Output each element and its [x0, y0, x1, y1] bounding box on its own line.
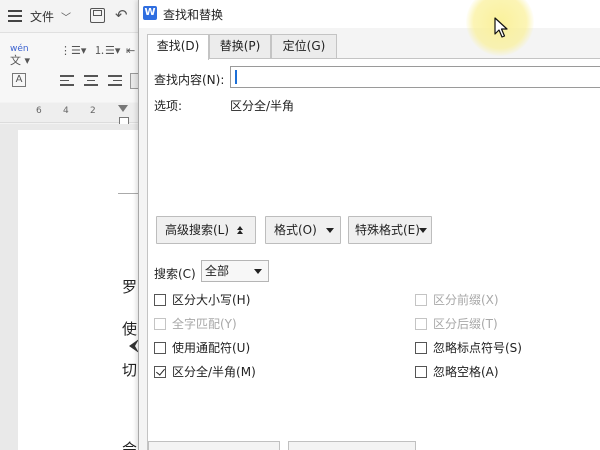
ignore-space-checkbox[interactable] [415, 366, 427, 378]
indent-marker-icon[interactable] [118, 105, 129, 126]
ruler-number: 2 [90, 106, 96, 116]
wps-writer-icon: W [143, 6, 157, 20]
ignore-space-option[interactable]: 忽略空格(A) [415, 364, 595, 380]
match-prefix-checkbox [415, 294, 427, 306]
match-suffix-checkbox [415, 318, 427, 330]
ignore-punctuation-label: 忽略标点符号(S) [433, 341, 522, 355]
chevron-down-icon[interactable]: ﹀ [61, 9, 71, 24]
find-what-input[interactable] [230, 66, 600, 88]
collapse-arrow-icon [237, 230, 243, 234]
special-format-button[interactable]: 特殊格式(E) [348, 216, 432, 244]
wildcards-checkbox[interactable] [154, 342, 166, 354]
match-suffix-label: 区分后缀(T) [433, 317, 498, 331]
numbered-list-icon[interactable]: ⒈☰▾ [94, 45, 120, 57]
find-tab-panel: 查找内容(N): 选项: 区分全/半角 高级搜索(L) 格式(O) 特殊格式(E… [147, 58, 600, 450]
ruler-number: 6 [36, 106, 42, 116]
wildcards-label: 使用通配符(U) [172, 341, 251, 355]
dialog-title: 查找和替换 [163, 8, 224, 22]
bullet-list-icon[interactable]: ⋮☰▾ [60, 45, 86, 57]
search-direction-select[interactable]: 全部 [201, 260, 269, 282]
options-label: 选项: [154, 99, 183, 113]
save-icon[interactable] [90, 8, 105, 23]
align-right-icon[interactable] [108, 75, 122, 89]
horizontal-ruler: 6 4 2 [0, 103, 140, 126]
bottom-button-partial[interactable] [148, 441, 280, 450]
tab-replace[interactable]: 替换(P) [209, 34, 271, 58]
match-prefix-label: 区分前缀(X) [433, 293, 499, 307]
hamburger-menu-icon[interactable] [8, 10, 22, 22]
whole-word-option: 全字匹配(Y) [154, 316, 354, 332]
search-direction-value: 全部 [205, 264, 230, 278]
tab-goto[interactable]: 定位(G) [271, 34, 337, 58]
writer-titlebar: 文件 ﹀ ↶ [0, 0, 140, 32]
format-button[interactable]: 格式(O) [265, 216, 341, 244]
document-area: 罗 使 切 会 [0, 124, 140, 450]
dropdown-arrow-icon [326, 228, 334, 233]
file-menu-label[interactable]: 文件 [30, 8, 54, 25]
background-writer-window: 文件 ﹀ ↶ wén 文 ▾ A ⋮☰▾ ⒈☰▾ ⇤ 6 4 2 罗 使 切 会 [0, 0, 140, 450]
tab-find[interactable]: 查找(D) [147, 34, 209, 60]
whole-word-label: 全字匹配(Y) [172, 317, 237, 331]
match-case-checkbox[interactable] [154, 294, 166, 306]
advanced-search-button[interactable]: 高级搜索(L) [156, 216, 256, 244]
text-caret [235, 70, 237, 84]
match-suffix-option: 区分后缀(T) [415, 316, 595, 332]
options-value: 区分全/半角 [230, 99, 295, 113]
whole-word-checkbox [154, 318, 166, 330]
document-text: 使 [122, 320, 138, 338]
match-width-label: 区分全/半角(M) [172, 365, 256, 379]
document-text: 会 [122, 440, 138, 450]
dropdown-arrow-icon [419, 228, 427, 233]
special-format-label: 特殊格式(E) [355, 223, 420, 237]
match-width-option[interactable]: 区分全/半角(M) [154, 364, 354, 380]
page-corner-mark [118, 172, 140, 194]
align-center-icon[interactable] [84, 75, 98, 89]
character-border-icon[interactable]: A [12, 73, 26, 87]
phonetic-guide-icon[interactable]: wén 文 ▾ [10, 43, 36, 67]
format-button-label: 格式(O) [274, 223, 317, 237]
advanced-search-label: 高级搜索(L) [165, 223, 230, 237]
writer-ribbon: wén 文 ▾ A ⋮☰▾ ⒈☰▾ ⇤ [0, 32, 140, 102]
document-text: 罗 [122, 278, 138, 296]
search-direction-label: 搜索(C) [154, 267, 196, 281]
dropdown-arrow-icon [254, 269, 262, 274]
ignore-punctuation-checkbox[interactable] [415, 342, 427, 354]
mouse-pointer-icon [494, 17, 508, 38]
match-case-label: 区分大小写(H) [172, 293, 251, 307]
match-case-option[interactable]: 区分大小写(H) [154, 292, 354, 308]
find-what-label: 查找内容(N): [154, 73, 225, 87]
document-text: 切 [122, 361, 138, 379]
ignore-punctuation-option[interactable]: 忽略标点符号(S) [415, 340, 595, 356]
undo-icon[interactable]: ↶ [115, 6, 128, 24]
find-replace-dialog: W 查找和替换 查找(D) 替换(P) 定位(G) 查找内容(N): 选项: 区… [138, 0, 600, 450]
match-width-checkbox[interactable] [154, 366, 166, 378]
ruler-number: 4 [63, 106, 69, 116]
bottom-button-partial[interactable] [288, 441, 416, 450]
align-left-icon[interactable] [60, 75, 74, 89]
wildcards-option[interactable]: 使用通配符(U) [154, 340, 354, 356]
match-prefix-option: 区分前缀(X) [415, 292, 595, 308]
ignore-space-label: 忽略空格(A) [433, 365, 499, 379]
